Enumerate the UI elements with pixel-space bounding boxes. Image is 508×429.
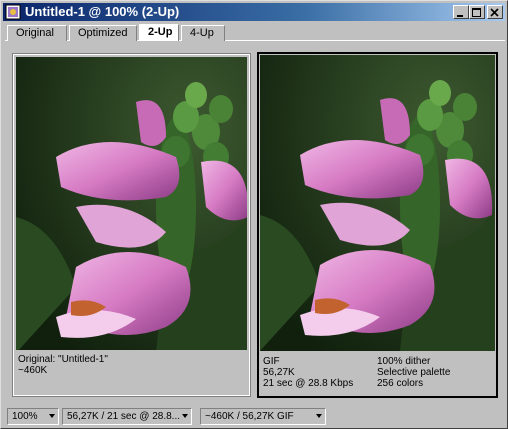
tab-2-up[interactable]: 2-Up [139,24,179,41]
download-dropdown[interactable]: 56,27K / 21 sec @ 28.8... [62,408,192,425]
format-label: GIF [263,356,280,367]
download-value: 56,27K / 21 sec @ 28.8... [67,411,180,422]
chevron-down-icon [182,414,188,418]
chevron-down-icon [316,414,322,418]
close-icon [490,8,499,17]
tab-original-label: Original [16,27,54,39]
tab-optimized[interactable]: Optimized [69,25,137,41]
tab-original[interactable]: Original [7,25,67,41]
flower-photo-gif [260,55,495,351]
photoshop-doc-icon [5,4,21,20]
original-label: Original: "Untitled-1" [18,354,108,365]
optimized-image[interactable] [260,55,495,351]
tab-4-up-label: 4-Up [190,27,214,39]
size-dropdown[interactable]: ~460K / 56,27K GIF [200,408,326,425]
optimized-panel[interactable]: GIF 56,27K 21 sec @ 28.8 Kbps 100% dithe… [257,52,498,398]
download-time: 21 sec @ 28.8 Kbps [263,378,354,389]
maximize-button[interactable] [469,5,485,19]
original-panel[interactable]: Original: "Untitled-1" ~460K [12,53,251,397]
status-bar: 100% 56,27K / 21 sec @ 28.8... ~460K / 5… [5,408,505,426]
title-bar[interactable]: Untitled-1 @ 100% (2-Up) [3,3,505,21]
size-value: ~460K / 56,27K GIF [205,411,294,422]
image-window: Untitled-1 @ 100% (2-Up) Original Optimi… [0,0,508,429]
colors-setting: 256 colors [377,378,424,389]
window-title: Untitled-1 @ 100% (2-Up) [25,4,180,19]
view-tabs: Original Optimized 2-Up 4-Up [5,24,505,41]
maximize-icon [472,8,481,17]
tab-optimized-label: Optimized [78,27,128,39]
tab-4-up[interactable]: 4-Up [181,25,225,41]
tab-2-up-label: 2-Up [148,26,173,38]
original-size: ~460K [18,365,48,376]
close-button[interactable] [487,5,503,19]
minimize-icon [457,15,463,17]
dither-setting: 100% dither [377,356,431,367]
zoom-value: 100% [12,411,38,422]
comparison-area: Original: "Untitled-1" ~460K GIF 56,27K … [8,45,503,400]
flower-photo [16,57,247,350]
minimize-button[interactable] [453,5,469,19]
zoom-dropdown[interactable]: 100% [7,408,59,425]
palette-setting: Selective palette [377,367,451,378]
chevron-down-icon [49,414,55,418]
original-image[interactable] [16,57,247,350]
file-size: 56,27K [263,367,295,378]
